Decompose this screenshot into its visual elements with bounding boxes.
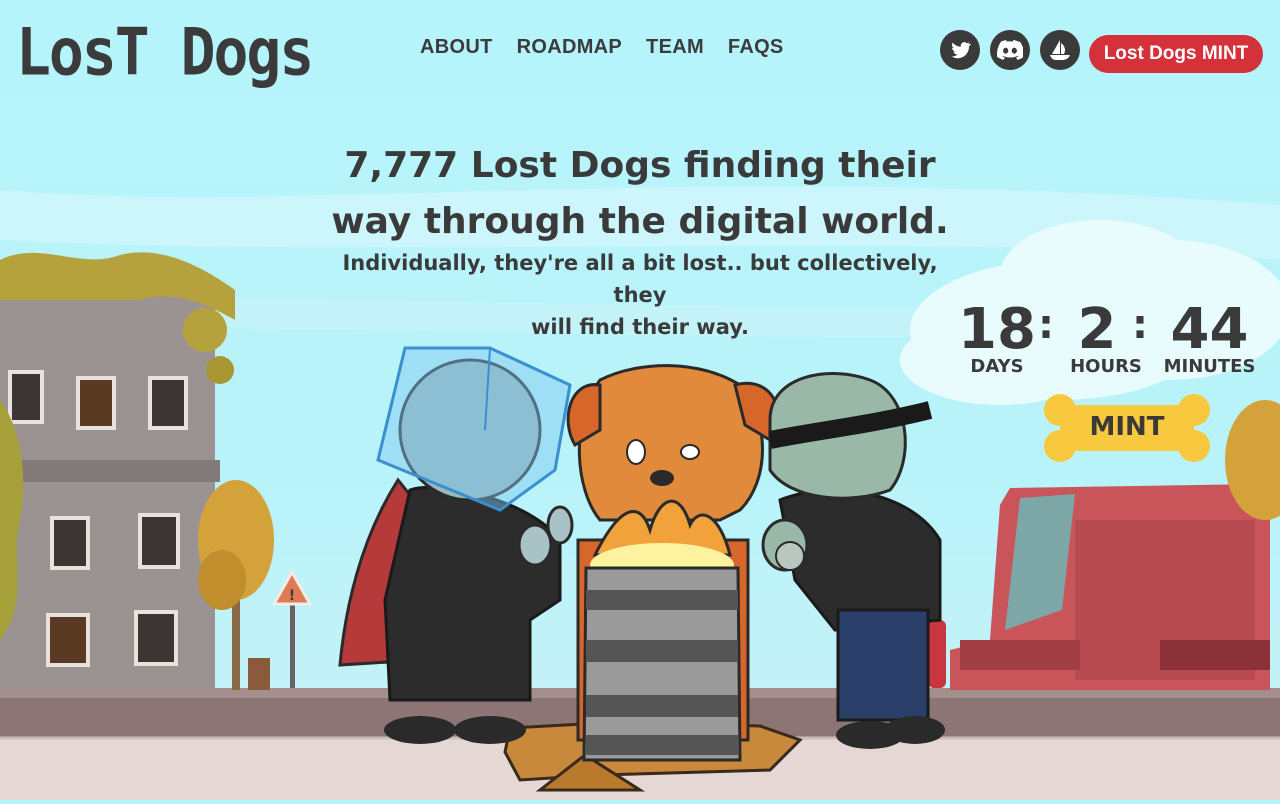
background-illustration: ! <box>0 186 1280 800</box>
countdown-separator: : <box>1132 302 1148 348</box>
hero-headline: 7,777 Lost Dogs finding their way throug… <box>320 138 960 250</box>
mint-countdown: 18 : 2 : 44 DAYS HOURS MINUTES <box>952 298 1262 388</box>
hero-scene: ! <box>0 0 1280 800</box>
twitter-icon[interactable] <box>940 30 980 70</box>
site-logo[interactable]: LosT Dogs <box>16 14 314 90</box>
countdown-days-label: DAYS <box>970 356 1024 377</box>
dog-ice-cube <box>338 346 574 744</box>
countdown-days-value: 18 <box>958 297 1036 362</box>
headline-line-1: 7,777 Lost Dogs finding their <box>344 145 936 186</box>
nav-roadmap[interactable]: ROADMAP <box>517 36 622 59</box>
headline-line-2: way through the digital world. <box>331 201 949 242</box>
hero-subtitle: Individually, they're all a bit lost.. b… <box>320 247 960 343</box>
ruined-building <box>0 252 235 690</box>
countdown-hours-value: 2 <box>1077 297 1117 362</box>
subtitle-line-2: will find their way. <box>531 315 749 339</box>
nav-about[interactable]: ABOUT <box>420 36 493 59</box>
nav-team[interactable]: TEAM <box>646 36 704 59</box>
mint-header-button[interactable]: Lost Dogs MINT <box>1089 35 1263 73</box>
nav-faqs[interactable]: FAQS <box>728 36 784 59</box>
abandoned-truck <box>950 484 1270 690</box>
svg-text:!: ! <box>289 588 295 604</box>
warning-sign: ! <box>248 568 313 690</box>
subtitle-line-1: Individually, they're all a bit lost.. b… <box>342 251 938 307</box>
opensea-icon[interactable] <box>1040 30 1080 70</box>
countdown-minutes-label: MINUTES <box>1163 356 1256 377</box>
main-nav: ABOUT ROADMAP TEAM FAQS <box>420 36 784 59</box>
fire-barrel <box>582 499 742 762</box>
countdown-hours-label: HOURS <box>1070 356 1142 377</box>
fire-hydrant <box>928 620 946 688</box>
discord-icon[interactable] <box>990 30 1030 70</box>
mint-bone-button[interactable]: MINT <box>1060 412 1194 442</box>
countdown-minutes-value: 44 <box>1170 297 1249 362</box>
countdown-separator: : <box>1038 302 1054 348</box>
